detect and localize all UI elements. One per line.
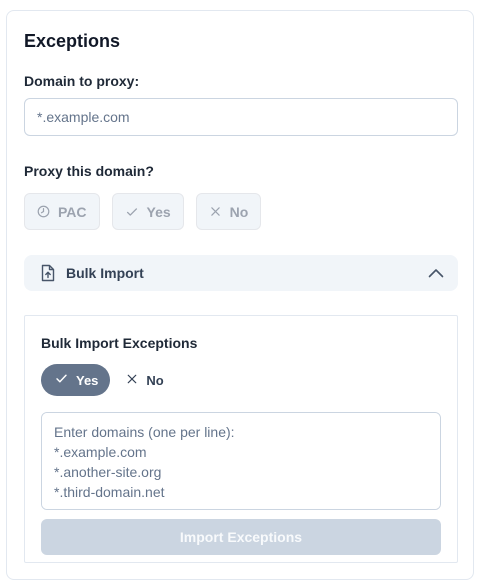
bulk-import-header[interactable]: Bulk Import: [24, 255, 458, 291]
bulk-yes-label: Yes: [76, 372, 99, 388]
x-icon: [209, 205, 222, 218]
check-icon: [125, 205, 139, 219]
proxy-no-button[interactable]: No: [195, 193, 262, 230]
bulk-no-toggle[interactable]: No: [118, 364, 175, 396]
check-icon: [55, 372, 68, 388]
section-title: Exceptions: [24, 31, 121, 51]
proxy-pac-button[interactable]: PAC: [24, 193, 100, 230]
proxy-no-label: No: [229, 203, 249, 220]
proxy-pac-label: PAC: [58, 203, 87, 220]
proxy-yes-label: Yes: [146, 203, 171, 220]
domain-input[interactable]: [24, 98, 458, 136]
import-exceptions-button[interactable]: Import Exceptions: [41, 519, 441, 555]
x-icon: [126, 373, 138, 388]
file-upload-icon: [40, 264, 56, 282]
bulk-import-label: Bulk Import: [66, 265, 144, 281]
pac-clock-icon: [37, 205, 50, 218]
bulk-toggle-group: Yes No: [41, 364, 176, 396]
bulk-import-title: Bulk Import Exceptions: [41, 335, 198, 351]
bulk-yes-toggle[interactable]: Yes: [41, 364, 111, 396]
proxy-yes-button[interactable]: Yes: [111, 193, 184, 230]
exceptions-card: Exceptions Domain to proxy: Proxy this d…: [6, 10, 474, 580]
chevron-up-icon[interactable]: [428, 268, 444, 278]
proxy-choice-group: PAC Yes No: [24, 193, 262, 230]
bulk-import-panel: Bulk Import Exceptions Yes No Import Exc…: [24, 315, 458, 563]
proxy-question-label: Proxy this domain?: [24, 163, 154, 179]
bulk-domains-textarea[interactable]: [41, 412, 441, 510]
domain-label: Domain to proxy:: [24, 73, 140, 89]
bulk-no-label: No: [146, 372, 164, 388]
